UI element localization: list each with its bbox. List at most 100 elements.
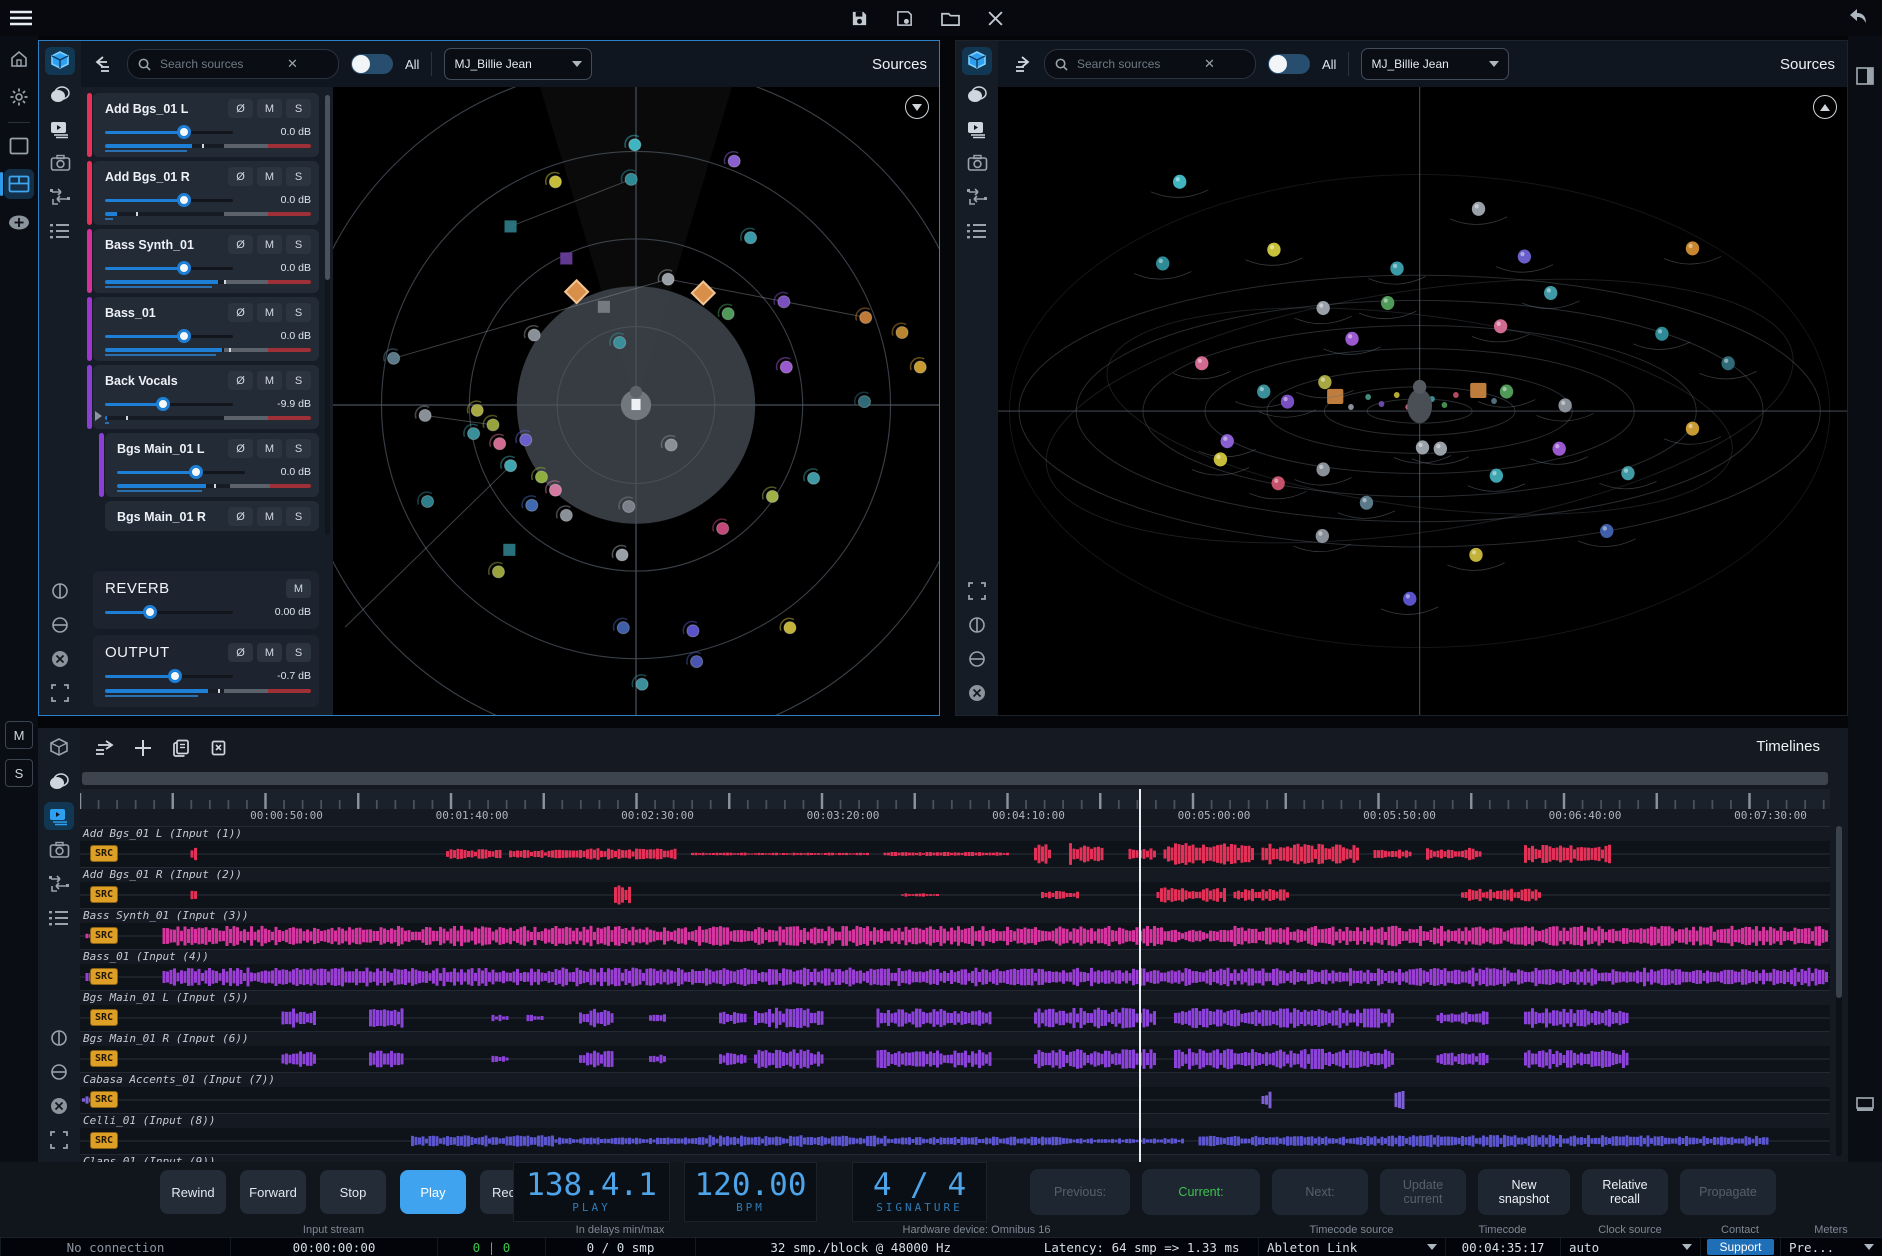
fullscreen-icon[interactable] [45,679,75,707]
save-as-icon[interactable] [895,9,914,28]
level-slider[interactable] [117,465,245,479]
source-dot[interactable] [492,566,504,578]
media-icon[interactable] [44,802,74,830]
timeline-track[interactable]: Bgs Main_01 R (Input (6)) SRC [80,1031,1830,1072]
search-sources-box-right[interactable]: ✕ [1044,49,1256,79]
source-dot[interactable] [722,308,734,320]
source-dot[interactable] [468,428,480,440]
timeline-track[interactable]: Bgs Main_01 L (Input (5)) SRC [80,990,1830,1031]
source-dot[interactable] [520,434,532,446]
clear-search-icon[interactable]: ✕ [1204,56,1215,72]
layout-single-icon[interactable] [4,131,34,161]
phase-button[interactable]: Ø [228,371,253,390]
rewind-button[interactable]: Rewind [160,1170,226,1214]
preset-dropdown-right[interactable]: MJ_Billie Jean [1361,48,1509,80]
split-circle-icon[interactable] [44,1024,74,1052]
save-icon[interactable] [850,9,869,28]
snapshot-propagate-button[interactable]: Propagate [1680,1169,1776,1215]
settings-gear-icon[interactable] [4,82,34,112]
source-square-marker[interactable] [504,220,516,232]
home-icon[interactable] [4,44,34,74]
source-dot[interactable] [778,296,790,308]
undo-icon[interactable] [1846,6,1870,28]
status-dropdown[interactable]: Pre... [1781,1240,1882,1255]
source-dot[interactable] [560,509,572,521]
phase-button[interactable]: Ø [228,235,253,254]
source-row[interactable]: Bass_01 Ø M S 0.0 dB [93,297,319,361]
solo-button[interactable]: S [286,439,311,458]
support-button[interactable]: Support [1707,1239,1773,1255]
timeline-track[interactable]: Bass Synth_01 (Input (3)) SRC [80,908,1830,949]
source-dot[interactable] [616,549,628,561]
routing-icon[interactable] [45,183,75,211]
snapshot-relative-recall-button[interactable]: Relativerecall [1582,1169,1668,1215]
cube-icon[interactable] [45,47,75,75]
level-slider[interactable] [105,261,233,275]
camera-icon[interactable] [962,149,992,177]
source-sphere[interactable] [1686,241,1699,255]
playhead[interactable] [1139,789,1141,1162]
list-icon[interactable] [962,217,992,245]
source-square-marker[interactable] [560,252,572,264]
timeline-track[interactable]: Add Bgs_01 R (Input (2)) SRC [80,867,1830,908]
source-sphere[interactable] [1655,327,1668,341]
source-dot[interactable] [744,232,756,244]
fullscreen-icon[interactable] [962,577,992,605]
source-sphere[interactable] [1721,356,1734,370]
source-dot[interactable] [625,173,637,185]
source-sphere[interactable] [1469,548,1482,562]
source-dot[interactable] [914,361,926,373]
split-circle-icon[interactable] [962,611,992,639]
source-dot[interactable] [494,438,506,450]
play-button[interactable]: Play [400,1170,466,1214]
phase-button[interactable]: Ø [228,303,253,322]
cube-icon[interactable] [44,734,74,762]
status-dropdown[interactable]: auto [1561,1240,1700,1255]
track-waveform[interactable]: SRC [80,964,1830,990]
source-dot[interactable] [421,495,433,507]
speaker-box[interactable] [1470,383,1486,398]
source-list-scrollbar[interactable] [325,95,330,535]
list-icon[interactable] [45,217,75,245]
discs-icon[interactable] [44,768,74,796]
source-dot[interactable] [728,155,740,167]
add-timeline-icon[interactable] [134,739,152,757]
source-dot[interactable] [896,327,908,339]
source-dot[interactable] [858,396,870,408]
source-dot[interactable] [784,622,796,634]
timeline-overview-bar[interactable] [82,772,1828,785]
x-circle-icon[interactable] [45,645,75,673]
source-dot[interactable] [623,500,635,512]
expand-panel-icon[interactable] [1010,55,1032,73]
level-slider[interactable] [105,329,233,343]
routing-icon[interactable] [44,870,74,898]
expand-group-icon[interactable] [95,411,102,421]
timeline-scrollbar[interactable] [1836,826,1842,1156]
source-sphere[interactable] [1316,462,1329,476]
snapshot-previous-button[interactable]: Previous: [1030,1169,1130,1215]
source-sphere[interactable] [1360,496,1373,510]
timeline-track[interactable]: Celli_01 (Input (8)) SRC [80,1113,1830,1154]
mute-button[interactable]: M [257,99,282,118]
menu-icon[interactable] [10,10,32,26]
search-sources-input-right[interactable] [1075,56,1197,72]
source-sphere[interactable] [1500,385,1513,399]
timeline-ruler[interactable]: 00:00:50:0000:01:40:0000:02:30:0000:03:2… [80,772,1830,826]
level-slider[interactable] [105,193,233,207]
source-row[interactable]: Back Vocals Ø M S -9.9 dB [93,365,319,429]
x-circle-icon[interactable] [962,679,992,707]
source-sphere[interactable] [1416,440,1429,454]
mute-button[interactable]: M [257,167,282,186]
add-layout-icon[interactable] [4,207,34,237]
source-dot[interactable] [691,656,703,668]
source-dot[interactable] [614,337,626,349]
routing-icon[interactable] [962,183,992,211]
search-sources-box[interactable]: ✕ [127,49,339,79]
timeline-track[interactable]: Bass_01 (Input (4)) SRC [80,949,1830,990]
snapshot-new-snapshot-button[interactable]: Newsnapshot [1478,1169,1570,1215]
track-waveform[interactable]: SRC [80,1128,1830,1154]
monitor-icon[interactable] [1855,1096,1875,1113]
source-dot[interactable] [528,329,540,341]
clear-search-icon[interactable]: ✕ [287,56,298,72]
source-dot[interactable] [419,409,431,421]
